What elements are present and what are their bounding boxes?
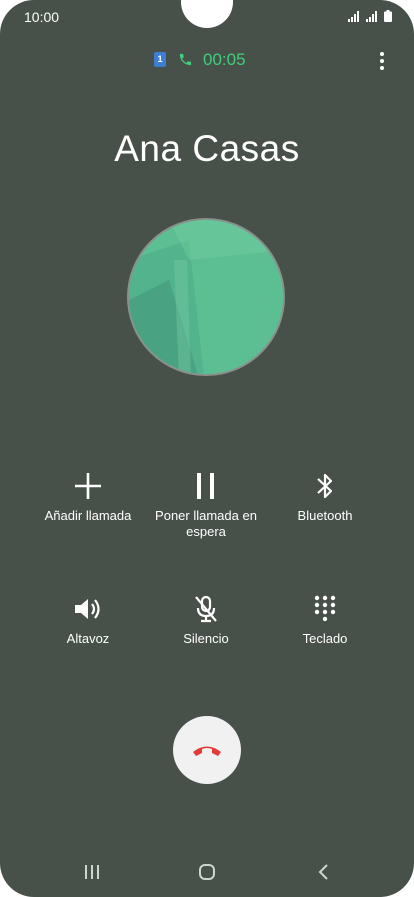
back-button[interactable] <box>309 860 337 884</box>
recents-icon <box>85 865 99 879</box>
signal-icon-2 <box>366 11 377 22</box>
keypad-label: Teclado <box>302 631 348 646</box>
pause-icon <box>197 473 214 499</box>
call-timer: 00:05 <box>203 50 246 69</box>
mute-label: Silencio <box>183 631 229 646</box>
home-icon <box>199 864 215 880</box>
speaker-label: Altavoz <box>66 631 110 646</box>
bluetooth-icon <box>317 473 333 499</box>
camera-notch <box>181 0 233 28</box>
keypad-icon <box>314 595 336 622</box>
hold-call-label: Poner llamada en espera <box>155 508 257 539</box>
status-icons <box>348 10 392 22</box>
keypad-button[interactable]: Teclado <box>265 593 385 647</box>
call-active-icon <box>179 53 192 66</box>
mic-off-icon <box>195 595 217 623</box>
add-call-button[interactable]: Añadir llamada <box>28 470 148 524</box>
speaker-button[interactable]: Altavoz <box>28 593 148 647</box>
add-call-label: Añadir llamada <box>44 508 132 523</box>
plus-icon <box>75 473 101 499</box>
home-button[interactable] <box>193 860 221 884</box>
speaker-icon <box>75 599 100 619</box>
bluetooth-label: Bluetooth <box>297 508 353 523</box>
battery-icon <box>384 10 392 22</box>
contact-name: Ana Casas <box>114 128 300 169</box>
contact-avatar <box>127 218 285 376</box>
end-call-icon <box>193 746 221 756</box>
end-call-button[interactable] <box>173 716 241 784</box>
signal-icon <box>348 11 359 22</box>
hold-call-button[interactable]: Poner llamada en espera <box>146 470 266 540</box>
status-time: 10:00 <box>24 9 60 25</box>
bluetooth-button[interactable]: Bluetooth <box>265 470 385 524</box>
call-screen: 10:00 1 00:05 Ana Casas Añadir llamada P… <box>0 0 414 897</box>
recents-button[interactable] <box>78 860 106 884</box>
more-options-icon[interactable] <box>374 50 390 72</box>
back-icon <box>318 864 328 880</box>
mute-button[interactable]: Silencio <box>146 593 266 647</box>
sim-badge: 1 <box>154 52 166 67</box>
